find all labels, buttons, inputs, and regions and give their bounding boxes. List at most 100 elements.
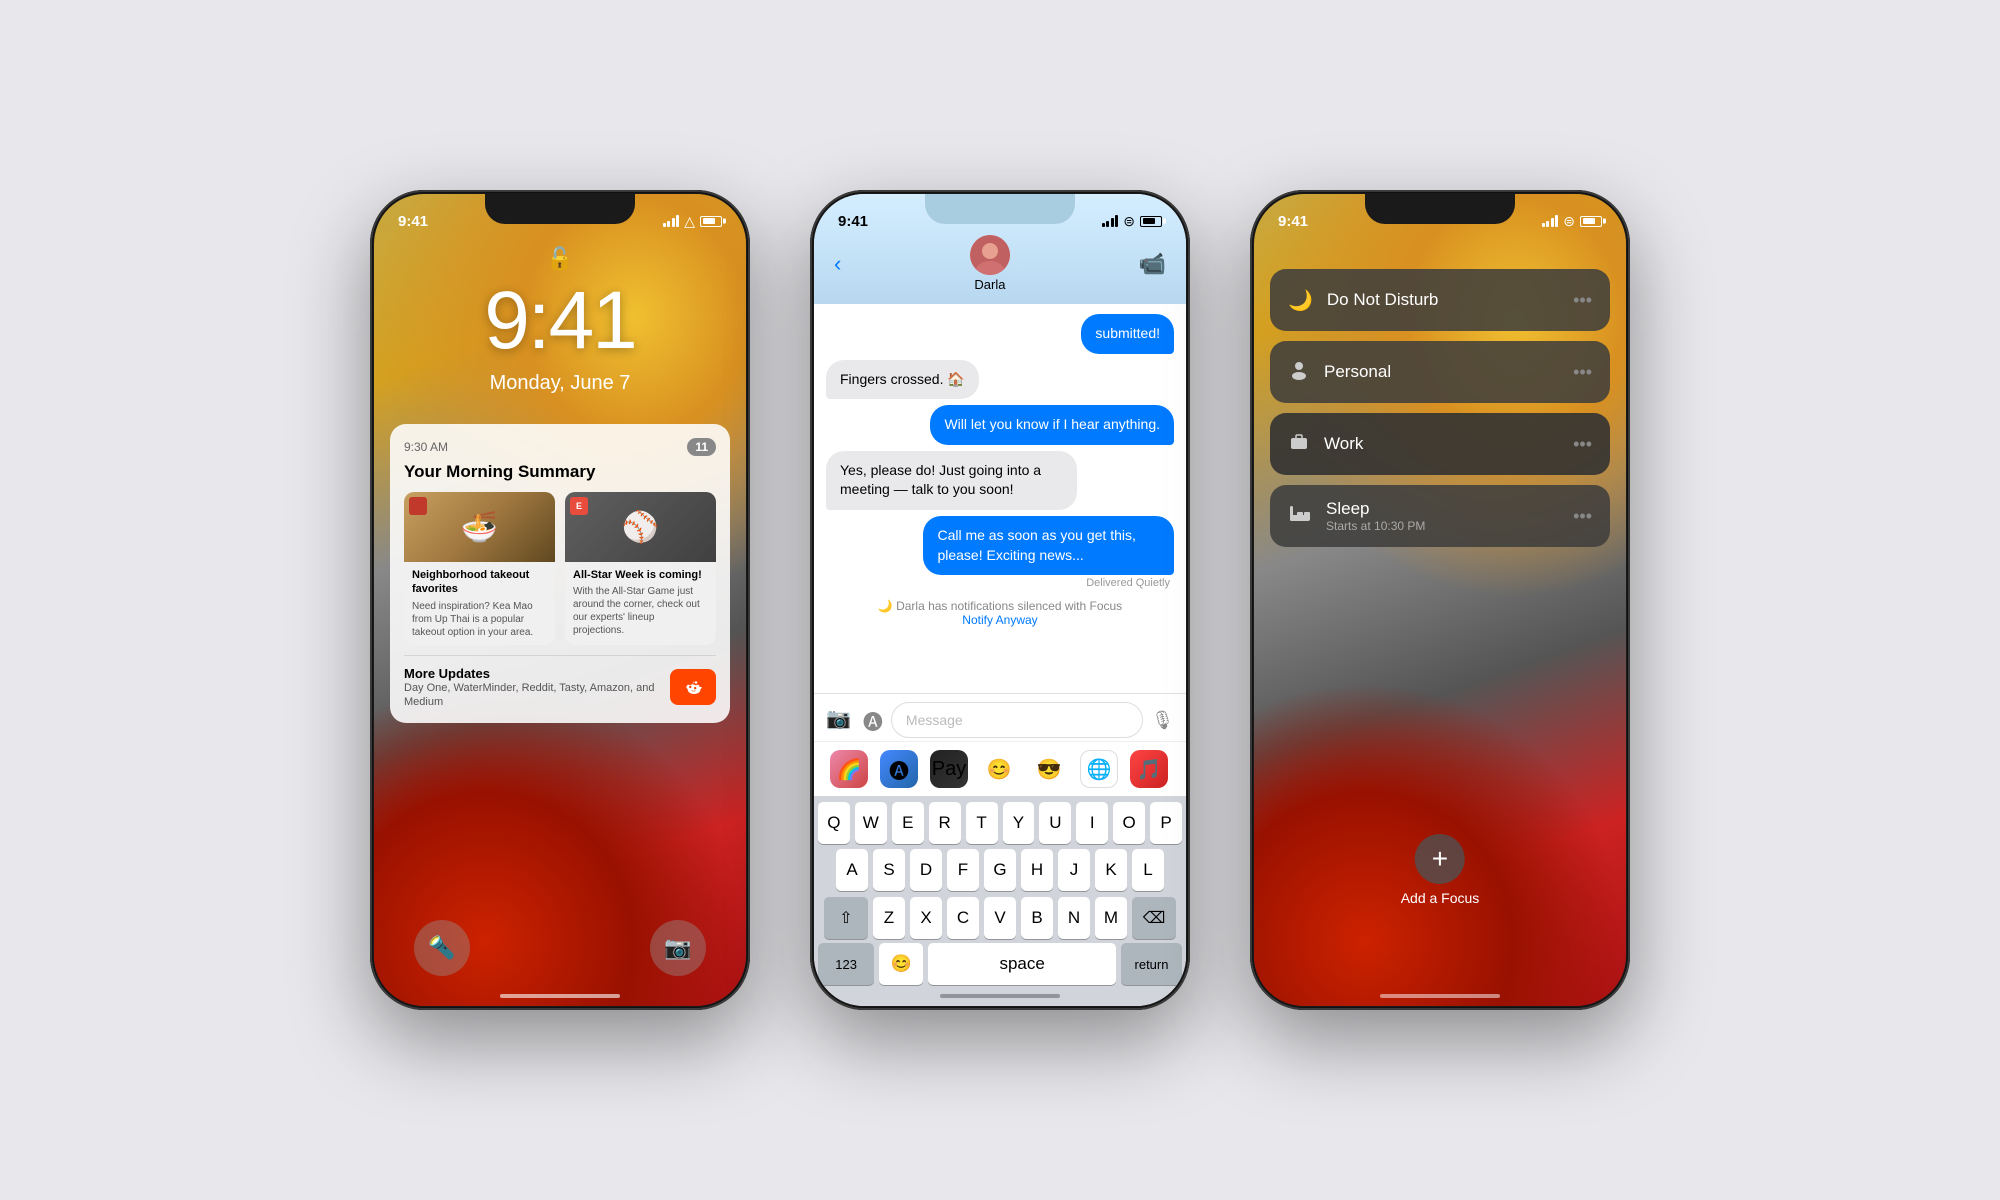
work-row[interactable]: Work ••• [1270,413,1610,475]
facetime-button[interactable]: 📹 [1139,251,1166,277]
music-icon[interactable]: 🎵 [1130,750,1168,788]
notif-header: 9:30 AM 11 [404,438,716,456]
message-bubble-out3: Call me as soon as you get this, please!… [923,516,1174,575]
contact-info[interactable]: Darla [970,235,1010,292]
do-not-disturb-row[interactable]: 🌙 Do Not Disturb ••• [1270,269,1610,331]
lock-icon: 🔓 [546,246,573,272]
delete-key[interactable]: ⌫ [1132,897,1176,939]
moon-icon: 🌙 [1288,288,1313,313]
keyboard-bottom-row: 123 😊 space return [814,939,1186,985]
home-bar3 [1380,994,1500,998]
dnd-more-button[interactable]: ••• [1573,290,1592,311]
article2-image: E [565,492,716,562]
battery-icon3 [1580,216,1602,227]
appstore-icon[interactable]: 🅐 [863,706,883,735]
sleep-more-button[interactable]: ••• [1573,506,1592,527]
dnd-left: 🌙 Do Not Disturb [1288,288,1438,313]
key-x[interactable]: X [910,897,942,939]
msg-apps-row: 🌈 🅐 Pay 😊 😎 🌐 🎵 [814,741,1186,796]
sleep-row[interactable]: Sleep Starts at 10:30 PM ••• [1270,485,1610,547]
key-t[interactable]: T [966,802,998,844]
delivered-quietly: Delivered Quietly [1086,577,1170,589]
key-r[interactable]: R [929,802,961,844]
phone1-background: 9:41 △ 🔓 [374,194,746,1006]
keyboard-row2: A S D F G H J K L [814,844,1186,891]
emoji-key[interactable]: 😊 [879,943,923,985]
key-m[interactable]: M [1095,897,1127,939]
phone3-background: 9:41 ⊜ [1254,194,1626,1006]
battery-icon2 [1140,216,1162,227]
personal-more-button[interactable]: ••• [1573,362,1592,383]
camera-button[interactable]: 📷 [650,920,706,976]
key-l[interactable]: L [1132,849,1164,891]
msg-header-content: ‹ Darla 📹 [814,235,1186,304]
notify-anyway-button[interactable]: Notify Anyway [878,613,1122,627]
memoji2-icon[interactable]: 😎 [1030,750,1068,788]
flashlight-button[interactable]: 🔦 [414,920,470,976]
article1-card[interactable]: Neighborhood takeout favorites Need insp… [404,492,555,645]
key-f[interactable]: F [947,849,979,891]
return-key[interactable]: return [1121,943,1182,985]
notification-card[interactable]: 9:30 AM 11 Your Morning Summary Neighbor… [390,424,730,723]
notif-badge: 11 [687,438,716,456]
key-b[interactable]: B [1021,897,1053,939]
person-icon [1288,358,1310,386]
add-focus-label: Add a Focus [1401,890,1480,906]
back-button[interactable]: ‹ [834,251,841,277]
voice-icon[interactable]: 🎙 [1151,710,1174,731]
key-n[interactable]: N [1058,897,1090,939]
key-d[interactable]: D [910,849,942,891]
sleep-sublabel: Starts at 10:30 PM [1326,519,1425,533]
personal-left: Personal [1288,358,1391,386]
key-z[interactable]: Z [873,897,905,939]
camera-icon[interactable]: 📷 [826,706,851,735]
article1-badge [409,497,427,515]
message-input-field[interactable]: Message [891,702,1143,738]
personal-label: Personal [1324,362,1391,382]
key-o[interactable]: O [1113,802,1145,844]
key-k[interactable]: K [1095,849,1127,891]
key-h[interactable]: H [1021,849,1053,891]
phone2-background: 9:41 ⊜ [814,194,1186,1006]
more-updates-title: More Updates [404,666,670,681]
work-label: Work [1324,434,1363,454]
numbers-key[interactable]: 123 [818,943,874,985]
chat-area: submitted! Fingers crossed. 🏠 Will let y… [814,304,1186,686]
key-e[interactable]: E [892,802,924,844]
message-bubble-out1: submitted! [1081,314,1174,354]
key-c[interactable]: C [947,897,979,939]
appstore-app-icon[interactable]: 🅐 [880,750,918,788]
memoji1-icon[interactable]: 😊 [980,750,1018,788]
work-more-button[interactable]: ••• [1573,434,1592,455]
phone3-status-time: 9:41 [1278,213,1308,230]
more-updates-desc: Day One, WaterMinder, Reddit, Tasty, Ama… [404,681,670,710]
shift-key[interactable]: ⇧ [824,897,868,939]
sleep-label: Sleep [1326,499,1369,518]
focus-notice: 🌙 Darla has notifications silenced with … [878,599,1122,627]
add-focus-button[interactable]: + [1415,834,1465,884]
personal-row[interactable]: Personal ••• [1270,341,1610,403]
key-i[interactable]: I [1076,802,1108,844]
key-u[interactable]: U [1039,802,1071,844]
key-a[interactable]: A [836,849,868,891]
key-y[interactable]: Y [1003,802,1035,844]
key-w[interactable]: W [855,802,887,844]
photos-app-icon[interactable]: 🌈 [830,750,868,788]
globe-icon[interactable]: 🌐 [1080,750,1118,788]
key-g[interactable]: G [984,849,1016,891]
phone3-status-icons: ⊜ [1542,213,1602,230]
key-j[interactable]: J [1058,849,1090,891]
key-q[interactable]: Q [818,802,850,844]
space-key[interactable]: space [928,943,1116,985]
key-s[interactable]: S [873,849,905,891]
article2-card[interactable]: E All-Star Week is coming! With the All-… [565,492,716,645]
key-p[interactable]: P [1150,802,1182,844]
article2-headline: All-Star Week is coming! [573,568,708,582]
keyboard-row3: ⇧ Z X C V B N M ⌫ [814,891,1186,939]
key-v[interactable]: V [984,897,1016,939]
bed-icon [1288,502,1312,530]
article1-desc: Need inspiration? Kea Mao from Up Thai i… [412,600,547,639]
applepay-app-icon[interactable]: Pay [930,750,968,788]
add-focus-section: + Add a Focus [1401,834,1480,906]
keyboard: Q W E R T Y U I O P A S D [814,796,1186,1006]
